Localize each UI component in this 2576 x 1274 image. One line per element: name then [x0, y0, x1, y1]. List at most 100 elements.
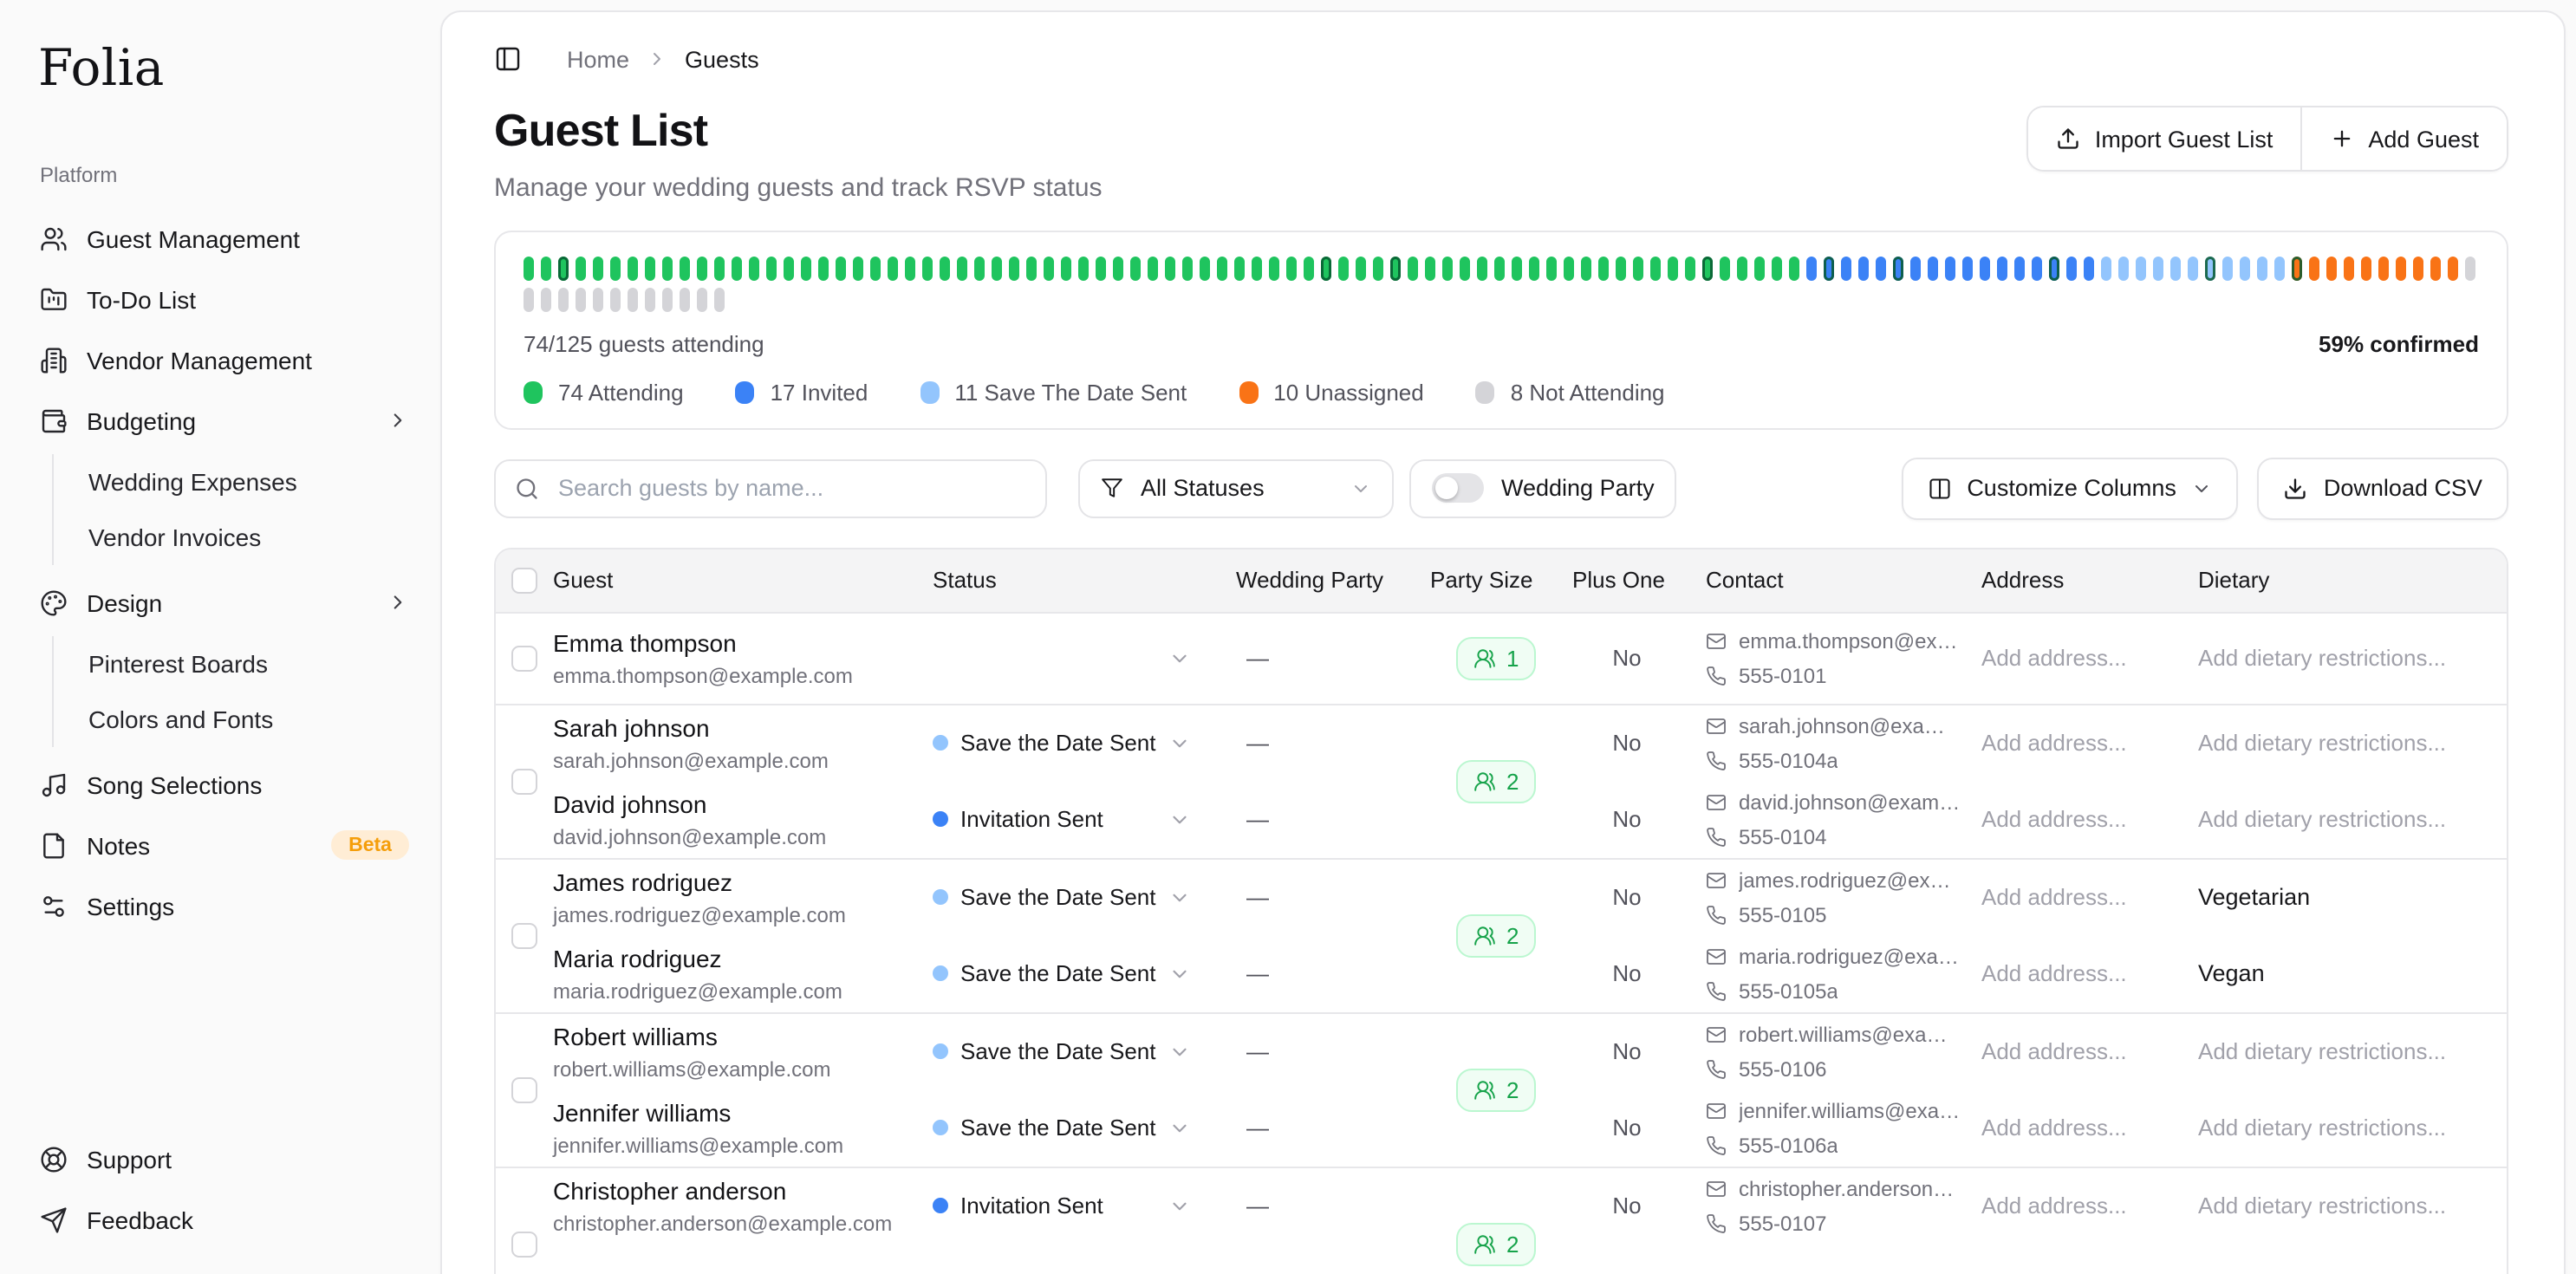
download-csv-button[interactable]: Download CSV	[2258, 458, 2508, 520]
sidebar-item-guest-management[interactable]: Guest Management	[38, 208, 416, 269]
address-cell[interactable]: Add address...	[1981, 1191, 2198, 1222]
column-header-status[interactable]: Status	[933, 568, 1236, 594]
dietary-cell[interactable]: Add dietary restrictions...	[2198, 1037, 2507, 1068]
plus-one-cell[interactable]: No	[1572, 646, 1706, 672]
chevron-down-icon[interactable]	[1168, 887, 1191, 909]
chevron-down-icon[interactable]	[1168, 809, 1191, 831]
plus-one-cell[interactable]: No	[1572, 1039, 1706, 1065]
chevron-down-icon[interactable]	[1168, 1117, 1191, 1140]
chevron-down-icon[interactable]	[1168, 647, 1191, 670]
contact-phone[interactable]: 555-0106	[1739, 1057, 1826, 1082]
contact-email[interactable]: emma.thompson@example.com	[1739, 629, 1961, 653]
contact-phone[interactable]: 555-0104a	[1739, 749, 1838, 773]
contact-phone[interactable]: 555-0101	[1739, 664, 1826, 688]
wedding-party-cell[interactable]: —	[1236, 885, 1430, 911]
wedding-party-cell[interactable]: —	[1236, 1039, 1430, 1065]
column-header-address[interactable]: Address	[1981, 568, 2198, 594]
status-cell[interactable]: Invitation Sent	[933, 782, 1236, 858]
wedding-party-toggle[interactable]	[1432, 474, 1484, 504]
contact-phone[interactable]: 555-0106a	[1739, 1134, 1838, 1158]
contact-email[interactable]: jennifer.williams@example.com	[1739, 1099, 1961, 1123]
plus-one-cell[interactable]: No	[1572, 885, 1706, 911]
status-filter-select[interactable]: All Statuses	[1078, 459, 1394, 518]
contact-phone[interactable]: 555-0104	[1739, 825, 1826, 849]
breadcrumb-home[interactable]: Home	[567, 46, 629, 72]
wedding-party-cell[interactable]: —	[1236, 646, 1430, 672]
contact-email[interactable]: sarah.johnson@example.com	[1739, 714, 1961, 738]
sidebar-toggle-icon[interactable]	[494, 45, 522, 73]
column-header-party-size[interactable]: Party Size	[1430, 568, 1572, 594]
dietary-cell[interactable]: Vegan	[2198, 959, 2507, 990]
sidebar-item-feedback[interactable]: Feedback	[38, 1189, 416, 1250]
status-cell[interactable]: Save the Date Sent	[933, 1090, 1236, 1167]
dietary-cell[interactable]: Add dietary restrictions...	[2198, 1191, 2507, 1222]
address-cell[interactable]: Add address...	[1981, 959, 2198, 990]
row-checkbox[interactable]	[511, 1077, 537, 1103]
dietary-cell[interactable]: Add dietary restrictions...	[2198, 643, 2507, 674]
plus-one-cell[interactable]: No	[1572, 1115, 1706, 1141]
column-header-contact[interactable]: Contact	[1706, 568, 1981, 594]
dietary-cell[interactable]: Add dietary restrictions...	[2198, 728, 2507, 759]
contact-email[interactable]: maria.rodriguez@example.com	[1739, 945, 1961, 969]
plus-one-cell[interactable]: No	[1572, 807, 1706, 833]
sidebar-item-notes[interactable]: NotesBeta	[38, 815, 416, 875]
row-checkbox[interactable]	[511, 646, 537, 672]
status-cell[interactable]	[933, 614, 1236, 704]
status-cell[interactable]: Save the Date Sent	[933, 936, 1236, 1012]
sidebar-item-support[interactable]: Support	[38, 1128, 416, 1189]
sidebar-subitem-wedding-expenses[interactable]: Wedding Expenses	[88, 454, 416, 510]
sidebar-subitem-pinterest-boards[interactable]: Pinterest Boards	[88, 636, 416, 692]
wedding-party-cell[interactable]: —	[1236, 1193, 1430, 1219]
contact-phone[interactable]: 555-0105	[1739, 903, 1826, 927]
sidebar-subitem-vendor-invoices[interactable]: Vendor Invoices	[88, 510, 416, 565]
import-guest-list-button[interactable]: Import Guest List	[2029, 107, 2301, 170]
column-header-dietary[interactable]: Dietary	[2198, 568, 2507, 594]
sidebar-item-to-do-list[interactable]: To-Do List	[38, 269, 416, 329]
plus-one-cell[interactable]: No	[1572, 961, 1706, 987]
address-cell[interactable]: Add address...	[1981, 882, 2198, 913]
sidebar-subitem-colors-and-fonts[interactable]: Colors and Fonts	[88, 692, 416, 747]
address-cell[interactable]: Add address...	[1981, 643, 2198, 674]
status-cell[interactable]: Invitation Sent	[933, 1168, 1236, 1245]
plus-one-cell[interactable]: No	[1572, 731, 1706, 757]
wedding-party-cell[interactable]: —	[1236, 807, 1430, 833]
search-input[interactable]	[555, 474, 1026, 504]
address-cell[interactable]: Add address...	[1981, 1113, 2198, 1144]
address-cell[interactable]: Add address...	[1981, 804, 2198, 835]
row-checkbox[interactable]	[511, 923, 537, 949]
contact-email[interactable]: robert.williams@example.com	[1739, 1023, 1961, 1047]
add-guest-button[interactable]: Add Guest	[2300, 107, 2507, 170]
chevron-down-icon[interactable]	[1168, 1195, 1191, 1218]
status-cell[interactable]: Save the Date Sent	[933, 1014, 1236, 1090]
address-cell[interactable]: Add address...	[1981, 728, 2198, 759]
row-checkbox[interactable]	[511, 769, 537, 795]
contact-email[interactable]: david.johnson@example.com	[1739, 790, 1961, 815]
contact-phone[interactable]: 555-0105a	[1739, 979, 1838, 1004]
select-all-checkbox[interactable]	[511, 568, 537, 594]
contact-email[interactable]: james.rodriguez@example.com	[1739, 868, 1961, 893]
chevron-down-icon[interactable]	[1168, 1041, 1191, 1063]
plus-one-cell[interactable]: No	[1572, 1193, 1706, 1219]
status-cell[interactable]: Save the Date Sent	[933, 705, 1236, 782]
sidebar-item-design[interactable]: Design	[38, 572, 416, 633]
wedding-party-cell[interactable]: —	[1236, 731, 1430, 757]
wedding-party-cell[interactable]: —	[1236, 961, 1430, 987]
contact-email[interactable]: christopher.anderson@example.com	[1739, 1177, 1961, 1201]
column-header-plus-one[interactable]: Plus One	[1572, 568, 1706, 594]
chevron-down-icon[interactable]	[1168, 963, 1191, 985]
contact-phone[interactable]: 555-0107	[1739, 1212, 1826, 1236]
column-header-wedding-party[interactable]: Wedding Party	[1236, 568, 1430, 594]
sidebar-item-song-selections[interactable]: Song Selections	[38, 754, 416, 815]
chevron-down-icon[interactable]	[1168, 732, 1191, 755]
dietary-cell[interactable]: Vegetarian	[2198, 882, 2507, 913]
wedding-party-cell[interactable]: —	[1236, 1115, 1430, 1141]
sidebar-item-settings[interactable]: Settings	[38, 875, 416, 936]
dietary-cell[interactable]: Add dietary restrictions...	[2198, 804, 2507, 835]
address-cell[interactable]: Add address...	[1981, 1037, 2198, 1068]
dietary-cell[interactable]: Add dietary restrictions...	[2198, 1113, 2507, 1144]
sidebar-item-budgeting[interactable]: Budgeting	[38, 390, 416, 451]
status-cell[interactable]: Save the Date Sent	[933, 860, 1236, 936]
column-header-guest[interactable]: Guest	[553, 568, 933, 594]
sidebar-item-vendor-management[interactable]: Vendor Management	[38, 329, 416, 390]
row-checkbox[interactable]	[511, 1232, 537, 1258]
